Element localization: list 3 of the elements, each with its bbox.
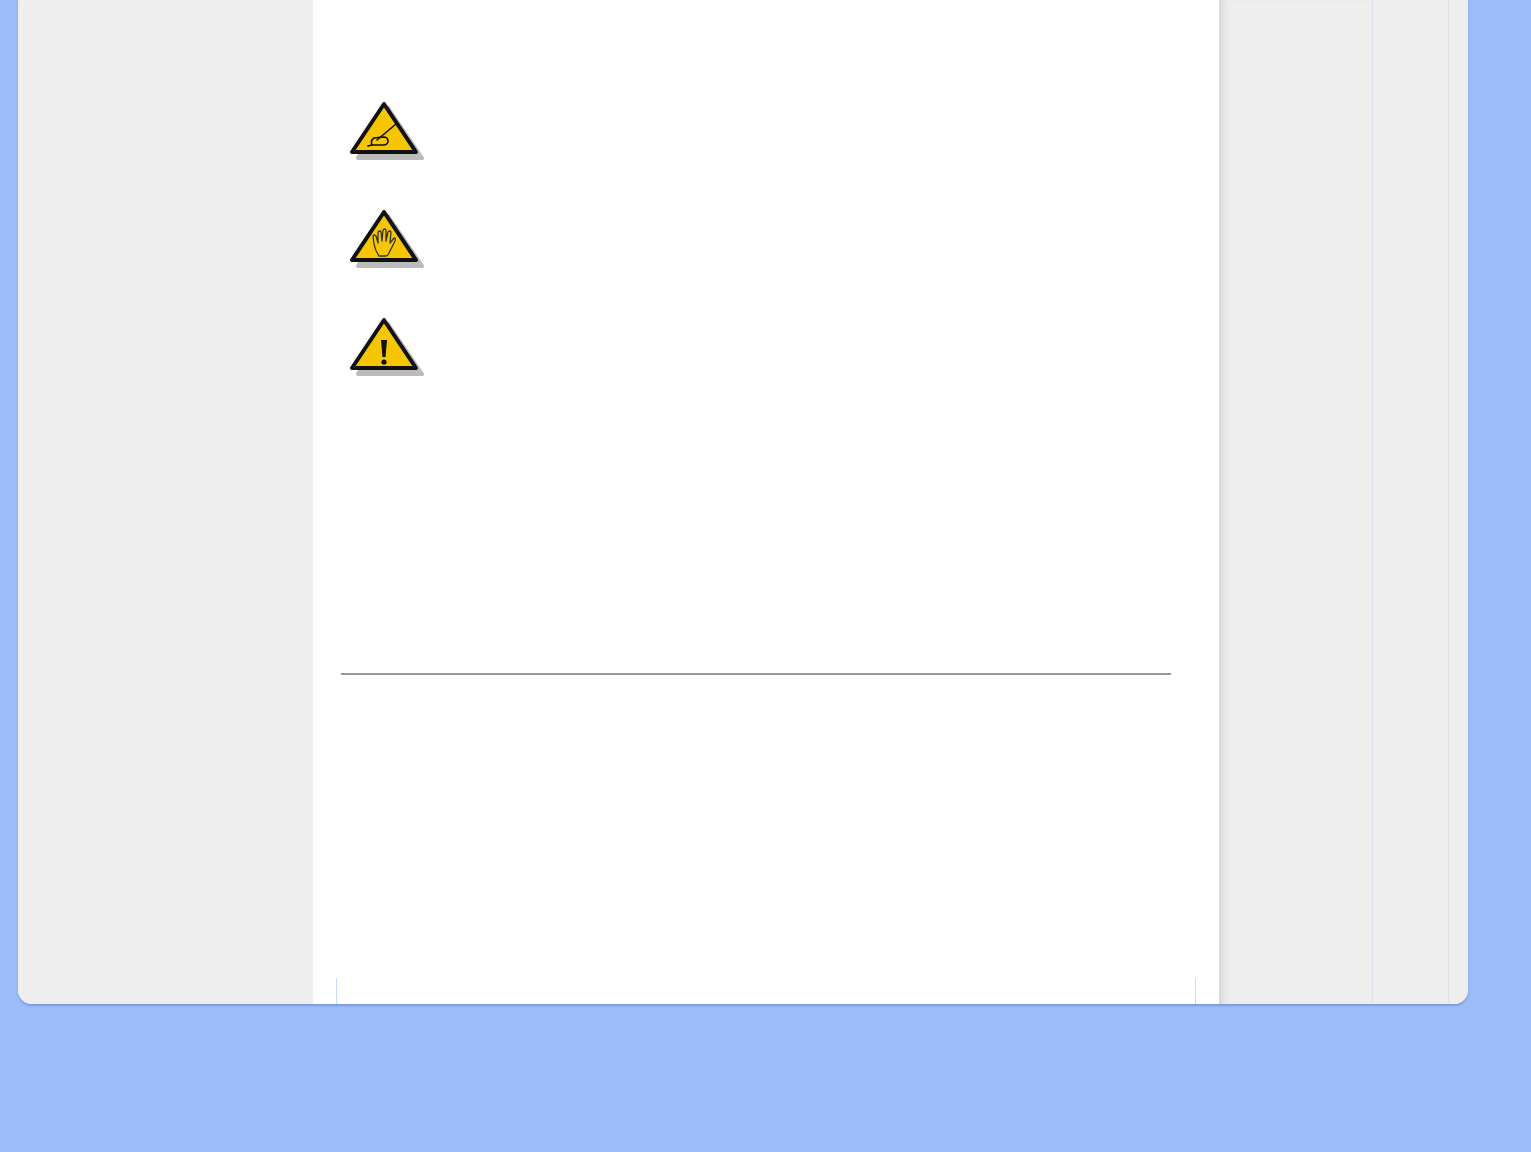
- hand-warning-icon: [350, 208, 424, 268]
- exclamation-warning-icon: [350, 316, 424, 376]
- pencil-hand-warning-icon: [350, 100, 424, 160]
